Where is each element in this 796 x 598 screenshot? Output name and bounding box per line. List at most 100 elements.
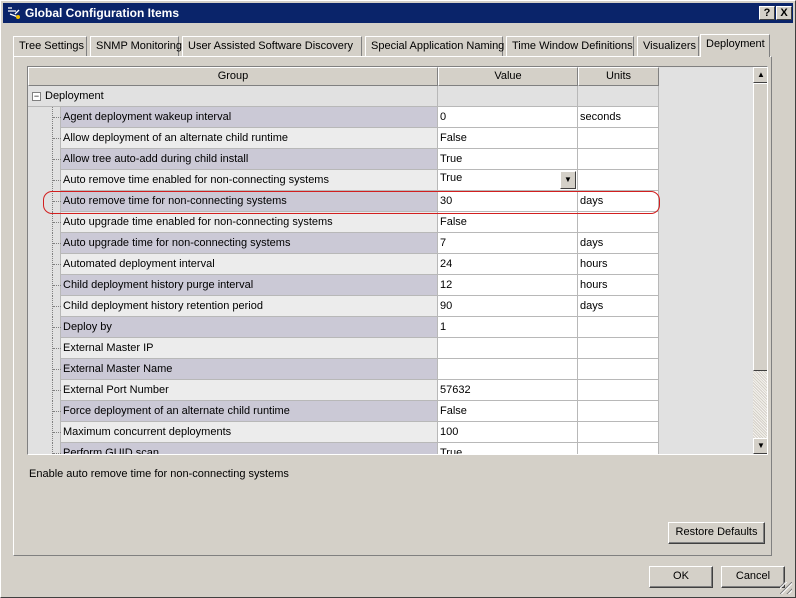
property-units: [578, 422, 659, 443]
tab-user-assisted-software-discovery[interactable]: User Assisted Software Discovery: [182, 36, 362, 56]
property-value[interactable]: 0: [438, 107, 578, 128]
column-header-value[interactable]: Value: [438, 67, 578, 86]
property-row[interactable]: Allow tree auto-add during child install…: [28, 149, 659, 170]
vertical-scrollbar[interactable]: ▲ ▼: [753, 67, 767, 454]
scroll-up-icon[interactable]: ▲: [753, 67, 767, 83]
property-row[interactable]: Perform GUID scan True: [28, 443, 659, 454]
window-title: Global Configuration Items: [25, 6, 180, 20]
group-row-deployment[interactable]: − Deployment: [28, 86, 659, 107]
property-value-text: 57632: [440, 384, 471, 396]
property-value[interactable]: [438, 359, 578, 380]
tree-tick: [53, 285, 61, 286]
column-header-units[interactable]: Units: [578, 67, 659, 86]
property-value[interactable]: False: [438, 401, 578, 422]
property-value[interactable]: 24: [438, 254, 578, 275]
property-value[interactable]: 30: [438, 191, 578, 212]
property-value-text: 100: [440, 426, 459, 438]
property-name[interactable]: Agent deployment wakeup interval: [61, 107, 438, 128]
tree-connector: [28, 443, 61, 454]
tree-connector: [28, 128, 61, 149]
property-name[interactable]: External Master Name: [61, 359, 438, 380]
property-name[interactable]: Child deployment history purge interval: [61, 275, 438, 296]
property-name[interactable]: External Port Number: [61, 380, 438, 401]
property-units: [578, 149, 659, 170]
property-row[interactable]: Child deployment history purge interval 1…: [28, 275, 659, 296]
property-row[interactable]: External Master IP: [28, 338, 659, 359]
property-name[interactable]: Auto upgrade time for non-connecting sys…: [61, 233, 438, 254]
dropdown-arrow-icon[interactable]: ▼: [560, 171, 576, 189]
property-row[interactable]: Auto remove time for non-connecting syst…: [28, 191, 659, 212]
tree-connector: [28, 338, 61, 359]
scroll-down-icon[interactable]: ▼: [753, 438, 767, 454]
property-units: [578, 212, 659, 233]
cancel-button[interactable]: Cancel: [721, 566, 785, 588]
tab-time-window-definitions[interactable]: Time Window Definitions: [506, 36, 634, 56]
property-row[interactable]: External Port Number 57632: [28, 380, 659, 401]
property-row[interactable]: Maximum concurrent deployments 100: [28, 422, 659, 443]
property-name[interactable]: Allow tree auto-add during child install: [61, 149, 438, 170]
property-row[interactable]: Deploy by 1: [28, 317, 659, 338]
tree-tick: [53, 432, 61, 433]
property-value[interactable]: 100: [438, 422, 578, 443]
property-grid[interactable]: Group Value Units − Deployment Agent dep…: [27, 66, 768, 455]
tree-tick: [53, 453, 61, 454]
property-value[interactable]: 90: [438, 296, 578, 317]
tab-tree-settings[interactable]: Tree Settings: [13, 36, 87, 56]
tab-visualizers[interactable]: Visualizers: [637, 36, 699, 56]
property-name[interactable]: Auto remove time enabled for non-connect…: [61, 170, 438, 191]
property-value[interactable]: 12: [438, 275, 578, 296]
property-value[interactable]: 7: [438, 233, 578, 254]
property-row[interactable]: Agent deployment wakeup interval 0 seconds: [28, 107, 659, 128]
column-header-group[interactable]: Group: [28, 67, 438, 86]
dialog-window: Global Configuration Items ? X Tree Sett…: [0, 0, 796, 598]
property-units: days: [578, 296, 659, 317]
tree-connector: [28, 401, 61, 422]
resize-grip-icon[interactable]: [780, 582, 792, 594]
tree-connector: [28, 275, 61, 296]
property-value[interactable]: True ▼: [438, 170, 578, 191]
property-row[interactable]: Force deployment of an alternate child r…: [28, 401, 659, 422]
tab-deployment[interactable]: Deployment: [700, 34, 770, 57]
property-name[interactable]: Child deployment history retention perio…: [61, 296, 438, 317]
property-row[interactable]: External Master Name: [28, 359, 659, 380]
tree-connector: [28, 317, 61, 338]
property-value[interactable]: 57632: [438, 380, 578, 401]
property-name[interactable]: Maximum concurrent deployments: [61, 422, 438, 443]
property-row[interactable]: Auto upgrade time enabled for non-connec…: [28, 212, 659, 233]
property-row[interactable]: Auto remove time enabled for non-connect…: [28, 170, 659, 191]
ok-button[interactable]: OK: [649, 566, 713, 588]
tree-connector: [28, 254, 61, 275]
property-value[interactable]: False: [438, 128, 578, 149]
group-cell: − Deployment: [28, 86, 438, 107]
property-row[interactable]: Child deployment history retention perio…: [28, 296, 659, 317]
property-name[interactable]: Force deployment of an alternate child r…: [61, 401, 438, 422]
tree-tick: [53, 222, 61, 223]
tab-special-application-naming[interactable]: Special Application Naming: [365, 36, 504, 56]
property-name[interactable]: Deploy by: [61, 317, 438, 338]
property-name[interactable]: Allow deployment of an alternate child r…: [61, 128, 438, 149]
property-name[interactable]: Automated deployment interval: [61, 254, 438, 275]
title-bar[interactable]: Global Configuration Items ? X: [3, 3, 793, 23]
property-value-text: True: [440, 172, 463, 184]
property-value[interactable]: True: [438, 149, 578, 170]
restore-defaults-button[interactable]: Restore Defaults: [668, 522, 765, 544]
tree-connector: [28, 212, 61, 233]
scrollbar-thumb[interactable]: [753, 83, 767, 371]
property-name[interactable]: External Master IP: [61, 338, 438, 359]
property-value[interactable]: [438, 338, 578, 359]
close-button[interactable]: X: [776, 6, 792, 20]
property-name[interactable]: Perform GUID scan: [61, 443, 438, 454]
property-row[interactable]: Allow deployment of an alternate child r…: [28, 128, 659, 149]
property-value[interactable]: 1: [438, 317, 578, 338]
property-name[interactable]: Auto remove time for non-connecting syst…: [61, 191, 438, 212]
property-row[interactable]: Automated deployment interval 24 hours: [28, 254, 659, 275]
tree-tick: [53, 264, 61, 265]
property-name[interactable]: Auto upgrade time enabled for non-connec…: [61, 212, 438, 233]
collapse-icon[interactable]: −: [32, 92, 41, 101]
tab-snmp-monitoring[interactable]: SNMP Monitoring: [90, 36, 182, 56]
property-row[interactable]: Auto upgrade time for non-connecting sys…: [28, 233, 659, 254]
property-value[interactable]: False: [438, 212, 578, 233]
help-button[interactable]: ?: [759, 6, 775, 20]
property-units: days: [578, 233, 659, 254]
property-value[interactable]: True: [438, 443, 578, 454]
